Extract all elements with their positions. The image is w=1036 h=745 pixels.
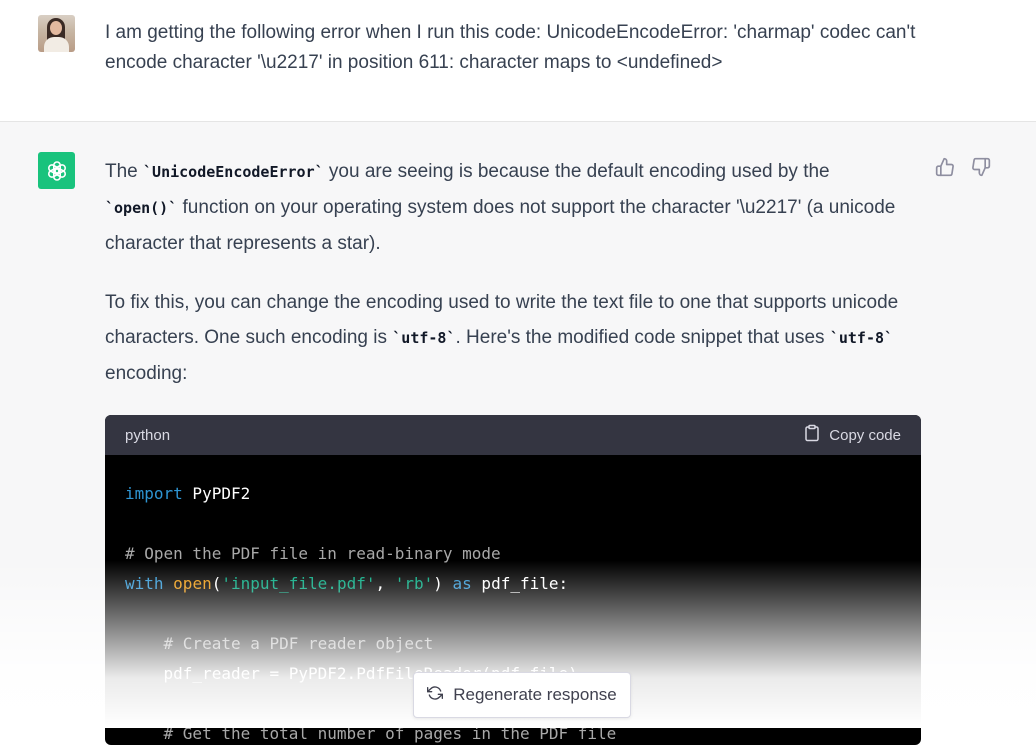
inline-code: `UnicodeEncodeError` (143, 163, 324, 181)
user-message-row: I am getting the following error when I … (0, 0, 1036, 122)
inline-code: `open()` (105, 199, 178, 217)
clipboard-icon (803, 424, 821, 446)
code-language-label: python (125, 426, 171, 444)
copy-code-label: Copy code (829, 426, 901, 444)
assistant-paragraph-2: To fix this, you can change the encoding… (105, 292, 899, 384)
user-message-text: I am getting the following error when I … (105, 22, 916, 73)
thumbs-down-icon[interactable] (971, 157, 991, 177)
inline-code: `utf-8` (392, 329, 456, 347)
regenerate-response-label: Regenerate response (453, 685, 617, 704)
code-block-header: python Copy code (105, 415, 921, 455)
thumbs-up-icon[interactable] (935, 157, 955, 177)
copy-code-button[interactable]: Copy code (803, 424, 901, 446)
openai-logo-icon (38, 152, 75, 189)
refresh-icon (427, 685, 444, 706)
inline-code: `utf-8` (829, 329, 894, 347)
user-avatar (38, 15, 75, 52)
assistant-message-text: The `UnicodeEncodeError` you are seeing … (105, 154, 905, 415)
regenerate-response-button[interactable]: Regenerate response (413, 672, 631, 718)
feedback-buttons (935, 157, 991, 177)
assistant-message-row: The `UnicodeEncodeError` you are seeing … (0, 122, 1036, 745)
assistant-paragraph-1: The `UnicodeEncodeError` you are seeing … (105, 161, 896, 254)
